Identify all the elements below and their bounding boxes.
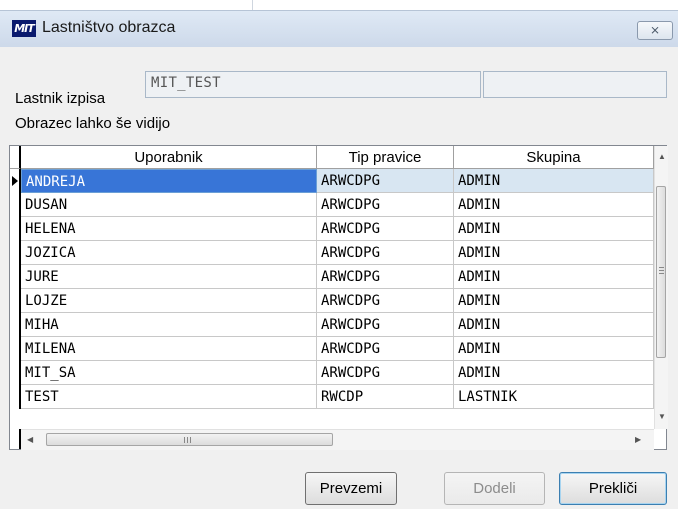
cell-permission[interactable]: ARWCDPG xyxy=(317,217,454,241)
cell-group[interactable]: LASTNIK xyxy=(454,385,654,409)
row-indicator[interactable] xyxy=(10,193,21,217)
cell-permission[interactable]: ARWCDPG xyxy=(317,337,454,361)
cell-user[interactable]: JOZICA xyxy=(21,241,317,265)
row-indicator[interactable] xyxy=(10,337,21,361)
visibility-label: Obrazec lahko še vidijo xyxy=(15,115,171,132)
dialog-window: MIT Lastništvo obrazca ⨯ Lastnik izpisa … xyxy=(0,10,678,509)
owner-field[interactable]: MIT_TEST xyxy=(145,71,481,98)
grip-icon xyxy=(659,267,664,268)
scroll-down-icon[interactable]: ▼ xyxy=(658,412,666,421)
table-row[interactable]: TEST RWCDP LASTNIK xyxy=(10,385,655,409)
cell-group[interactable]: ADMIN xyxy=(454,241,654,265)
row-indicator[interactable] xyxy=(10,241,21,265)
cell-group[interactable]: ADMIN xyxy=(454,361,654,385)
table-row[interactable]: JOZICA ARWCDPG ADMIN xyxy=(10,241,655,265)
scroll-left-icon[interactable]: ◀ xyxy=(27,435,33,444)
cell-permission[interactable]: RWCDP xyxy=(317,385,454,409)
scroll-right-icon[interactable]: ▶ xyxy=(635,435,641,444)
table-row[interactable]: MILENA ARWCDPG ADMIN xyxy=(10,337,655,361)
column-header-permission[interactable]: Tip pravice xyxy=(317,146,454,169)
permissions-grid[interactable]: Uporabnik Tip pravice Skupina ANDREJA ARW… xyxy=(9,145,668,450)
background-strip xyxy=(0,0,678,10)
close-button[interactable]: ⨯ xyxy=(637,21,673,40)
cell-group[interactable]: ADMIN xyxy=(454,217,654,241)
table-row[interactable]: DUSAN ARWCDPG ADMIN xyxy=(10,193,655,217)
divider xyxy=(252,0,253,10)
close-icon: ⨯ xyxy=(649,23,661,37)
cell-user[interactable]: HELENA xyxy=(21,217,317,241)
horizontal-scroll-thumb[interactable] xyxy=(46,433,333,446)
cell-user[interactable]: MIHA xyxy=(21,313,317,337)
column-header-user[interactable]: Uporabnik xyxy=(21,146,317,169)
row-indicator[interactable] xyxy=(10,313,21,337)
grip-icon xyxy=(184,437,185,443)
table-row[interactable]: JURE ARWCDPG ADMIN xyxy=(10,265,655,289)
horizontal-scrollbar[interactable]: ◀ ▶ xyxy=(21,429,654,450)
title-bar: MIT Lastništvo obrazca ⨯ xyxy=(0,11,678,47)
take-button[interactable]: Prevzemi xyxy=(305,472,397,505)
cell-group[interactable]: ADMIN xyxy=(454,289,654,313)
cell-user[interactable]: TEST xyxy=(21,385,317,409)
table-row[interactable]: HELENA ARWCDPG ADMIN xyxy=(10,217,655,241)
row-indicator[interactable] xyxy=(10,385,21,409)
window-title: Lastništvo obrazca xyxy=(42,19,176,36)
column-header-group[interactable]: Skupina xyxy=(454,146,654,169)
cell-group[interactable]: ADMIN xyxy=(454,193,654,217)
cell-user[interactable]: ANDREJA xyxy=(21,169,317,193)
table-row[interactable]: LOJZE ARWCDPG ADMIN xyxy=(10,289,655,313)
cell-user[interactable]: LOJZE xyxy=(21,289,317,313)
row-indicator[interactable] xyxy=(10,169,21,193)
cell-permission[interactable]: ARWCDPG xyxy=(317,361,454,385)
cell-permission[interactable]: ARWCDPG xyxy=(317,169,454,193)
vertical-scrollbar[interactable]: ▲ ▼ xyxy=(654,146,668,429)
row-indicator-corner xyxy=(10,429,21,449)
cell-permission[interactable]: ARWCDPG xyxy=(317,193,454,217)
current-row-icon xyxy=(12,176,18,186)
row-indicator[interactable] xyxy=(10,289,21,313)
cell-permission[interactable]: ARWCDPG xyxy=(317,289,454,313)
table-row[interactable]: ANDREJA ARWCDPG ADMIN xyxy=(10,169,655,193)
vertical-scroll-thumb[interactable] xyxy=(656,186,666,358)
cell-permission[interactable]: ARWCDPG xyxy=(317,241,454,265)
cell-permission[interactable]: ARWCDPG xyxy=(317,265,454,289)
cancel-button[interactable]: Prekliči xyxy=(559,472,667,505)
header-corner xyxy=(10,146,21,169)
scroll-up-icon[interactable]: ▲ xyxy=(658,152,666,161)
table-row[interactable]: MIT_SA ARWCDPG ADMIN xyxy=(10,361,655,385)
row-indicator[interactable] xyxy=(10,265,21,289)
cell-group[interactable]: ADMIN xyxy=(454,169,654,193)
row-indicator[interactable] xyxy=(10,361,21,385)
cell-group[interactable]: ADMIN xyxy=(454,313,654,337)
table-row[interactable]: MIHA ARWCDPG ADMIN xyxy=(10,313,655,337)
cell-group[interactable]: ADMIN xyxy=(454,337,654,361)
assign-button[interactable]: Dodeli xyxy=(444,472,545,505)
cell-user[interactable]: MILENA xyxy=(21,337,317,361)
app-logo-icon: MIT xyxy=(12,20,36,37)
row-indicator[interactable] xyxy=(10,217,21,241)
cell-permission[interactable]: ARWCDPG xyxy=(317,313,454,337)
cell-user[interactable]: DUSAN xyxy=(21,193,317,217)
owner-label: Lastnik izpisa xyxy=(15,90,106,107)
cell-group[interactable]: ADMIN xyxy=(454,265,654,289)
cell-user[interactable]: MIT_SA xyxy=(21,361,317,385)
owner-extra-field[interactable] xyxy=(483,71,667,98)
cell-user[interactable]: JURE xyxy=(21,265,317,289)
